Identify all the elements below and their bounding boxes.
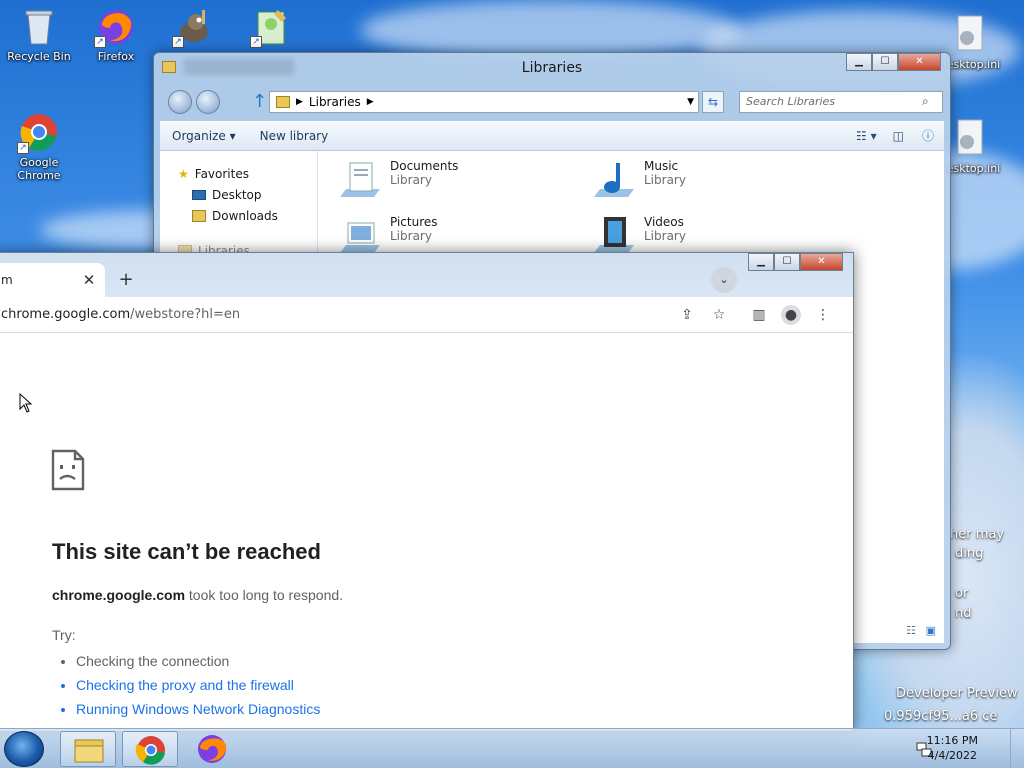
share-icon[interactable]: ⇪ <box>677 305 697 325</box>
profile-avatar-icon[interactable]: ● <box>781 305 801 325</box>
command-bar: Organize ▾ New library ☷ ▾ ◫ ⓘ <box>160 121 944 151</box>
help-icon[interactable]: ⓘ <box>912 127 944 144</box>
watermark-text-4: nd <box>955 606 972 621</box>
firefox-desktop-icon[interactable]: ↗ Firefox <box>80 6 152 63</box>
chrome-window[interactable]: m ✕ + ⌄ ▁ ☐ ✕ chrome.google.com/webstore… <box>0 252 854 732</box>
back-button[interactable] <box>168 90 192 114</box>
tab-strip: m ✕ + ⌄ ▁ ☐ ✕ <box>0 253 853 297</box>
dropdown-icon[interactable]: ▼ <box>687 97 694 107</box>
library-music[interactable]: Music Library <box>590 159 686 203</box>
forward-button[interactable] <box>196 90 220 114</box>
watermark-developer-preview: Developer Preview <box>896 686 1018 701</box>
clock-time: 11:16 PM <box>926 734 978 747</box>
watermark-text-2: ding <box>955 546 984 561</box>
chrome-icon <box>135 736 165 765</box>
star-icon: ★ <box>178 166 189 181</box>
watermark-build: 0.959cf95...a6 ce <box>884 709 998 724</box>
close-button[interactable]: ✕ <box>898 53 941 71</box>
view-options-icon[interactable]: ☷ ▾ <box>848 129 885 143</box>
new-library-button[interactable]: New library <box>248 129 341 143</box>
tab-title: m <box>1 273 13 287</box>
notepad-desktop-icon[interactable]: ↗ <box>236 6 308 50</box>
recycle-bin-label: Recycle Bin <box>7 50 71 63</box>
chrome-minimize-button[interactable]: ▁ <box>748 253 774 271</box>
nav-desktop[interactable]: Desktop <box>160 184 317 205</box>
close-tab-icon[interactable]: ✕ <box>79 263 99 297</box>
large-icons-view-icon[interactable]: ▣ <box>926 624 936 637</box>
library-documents[interactable]: Documents Library <box>336 159 458 203</box>
library-type: Library <box>644 229 686 243</box>
google-chrome-desktop-icon[interactable]: ↗ Google Chrome <box>3 112 75 182</box>
proxy-firewall-link[interactable]: Checking the proxy and the firewall <box>76 673 320 697</box>
clock-date: 4/4/2022 <box>927 749 978 762</box>
taskbar-chrome-button[interactable] <box>122 731 178 767</box>
start-button[interactable] <box>4 731 44 767</box>
up-arrow-icon[interactable]: ↑ <box>252 91 267 112</box>
try-label: Try: <box>52 627 76 643</box>
show-desktop-button[interactable] <box>1010 729 1024 768</box>
address-bar[interactable]: ▶ Libraries ▶ ▼ <box>269 91 699 113</box>
taskbar-firefox-button[interactable] <box>184 731 240 767</box>
minimize-button[interactable]: ▁ <box>846 53 872 71</box>
firefox-desktop-label: Firefox <box>97 50 135 63</box>
search-field[interactable]: Search Libraries <box>739 91 943 113</box>
refresh-icon[interactable]: ⇆ <box>702 91 724 113</box>
window-title: Libraries <box>521 60 583 76</box>
taskbar: 11:16 PM 4/4/2022 <box>0 728 1024 768</box>
menu-kebab-icon[interactable]: ⋮ <box>813 305 833 325</box>
sad-page-icon <box>51 449 85 491</box>
toolbar: chrome.google.com/webstore?hl=en ⇪ ☆ ▥ ●… <box>0 297 853 333</box>
breadcrumb[interactable]: Libraries <box>309 95 361 109</box>
bookmark-star-icon[interactable]: ☆ <box>709 305 729 325</box>
watermark-text-1: her may <box>950 527 1005 542</box>
nav-downloads[interactable]: Downloads <box>160 205 317 226</box>
recycle-bin-icon[interactable]: Recycle Bin <box>3 6 75 63</box>
chrome-close-button[interactable]: ✕ <box>800 253 843 271</box>
google-chrome-desktop-label: Google Chrome <box>17 156 61 182</box>
nav-favorites[interactable]: ★ Favorites <box>160 163 317 184</box>
library-name: Videos <box>644 215 684 229</box>
error-title: This site can’t be reached <box>52 539 321 564</box>
watermark-text-3: or <box>955 586 969 601</box>
taskbar-explorer-button[interactable] <box>60 731 116 767</box>
library-type: Library <box>390 173 432 187</box>
suggestion-item: Checking the connection <box>76 649 320 673</box>
library-name: Music <box>644 159 679 173</box>
side-panel-icon[interactable]: ▥ <box>749 305 769 325</box>
chevron-right-icon: ▶ <box>366 97 374 107</box>
network-diagnostics-link[interactable]: Running Windows Network Diagnostics <box>76 697 320 721</box>
library-icon <box>276 96 290 108</box>
maximize-button[interactable]: ☐ <box>872 53 898 71</box>
new-tab-button[interactable]: + <box>115 269 137 291</box>
address-bar[interactable]: chrome.google.com/webstore?hl=en <box>1 307 240 322</box>
library-name: Pictures <box>390 215 438 229</box>
explorer-folder-icon <box>74 739 104 763</box>
details-view-icon[interactable]: ☷ <box>906 624 916 637</box>
library-type: Library <box>644 173 686 187</box>
error-message: chrome.google.com took too long to respo… <box>52 587 344 603</box>
preview-pane-icon[interactable]: ◫ <box>885 129 912 143</box>
downloads-icon <box>192 209 206 222</box>
firefox-icon <box>198 735 227 763</box>
system-clock[interactable]: 11:16 PM 4/4/2022 <box>927 733 978 763</box>
tab-search-button[interactable]: ⌄ <box>711 267 737 293</box>
chrome-maximize-button[interactable]: ☐ <box>774 253 800 271</box>
chevron-right-icon: ▶ <box>296 97 303 107</box>
search-icon[interactable]: ⌕ <box>922 94 929 109</box>
gimp-desktop-icon[interactable]: ↗ <box>158 6 230 50</box>
page-content: This site can’t be reached chrome.google… <box>0 333 853 731</box>
music-icon <box>594 163 634 197</box>
organize-button[interactable]: Organize ▾ <box>160 129 248 143</box>
library-name: Documents <box>390 159 459 173</box>
documents-icon <box>340 162 380 197</box>
library-type: Library <box>390 229 432 243</box>
mouse-cursor-icon <box>19 393 33 413</box>
suggestion-list: Checking the connection Checking the pro… <box>76 649 320 721</box>
desktop-icon <box>192 189 206 200</box>
